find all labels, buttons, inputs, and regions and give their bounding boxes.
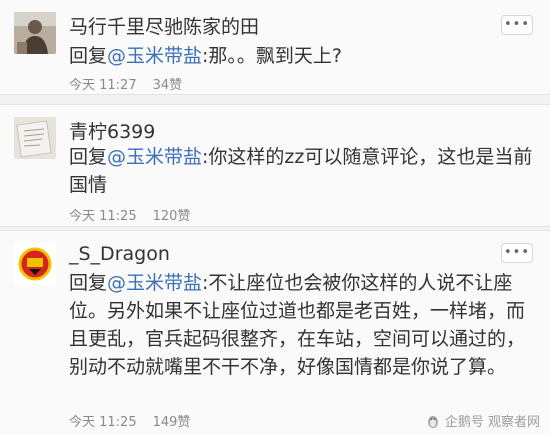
comment-card: _S_Dragon ••• 回复@玉米带盐:不让座位也会被你这样的人说不让座位。… xyxy=(0,230,550,435)
more-options-button[interactable]: ••• xyxy=(501,15,533,35)
avatar-club-crest-icon xyxy=(14,243,56,285)
like-count[interactable]: 120赞 xyxy=(153,209,191,224)
mention-link[interactable]: @玉米带盐 xyxy=(107,45,202,67)
comment-text: 回复@玉米带盐:你这样的zz可以随意评论，这也是当前国情 xyxy=(69,143,538,199)
watermark: 企鹅号 观察者网 xyxy=(425,411,540,430)
comment-content: :那。。飘到天上? xyxy=(202,45,343,67)
reply-prefix: 回复 xyxy=(69,146,108,168)
comment-card: 青柠6399 回复@玉米带盐:你这样的zz可以随意评论，这也是当前国情 今天 1… xyxy=(0,104,550,227)
comment-text: 回复@玉米带盐:不让座位也会被你这样的人说不让座位。另外如果不让座位过道也都是老… xyxy=(69,269,538,381)
username[interactable]: 马行千里尽驰陈家的田 xyxy=(69,12,259,39)
timestamp: 今天 11:25 xyxy=(69,415,137,430)
comment-meta: 今天 11:27 34赞 xyxy=(69,74,182,93)
timestamp: 今天 11:27 xyxy=(69,78,137,93)
avatar[interactable] xyxy=(14,117,56,159)
reply-prefix: 回复 xyxy=(69,272,108,294)
comment-meta: 今天 11:25 120赞 xyxy=(69,205,190,224)
avatar[interactable] xyxy=(14,243,56,285)
avatar-paper-sketch-icon xyxy=(14,117,56,159)
like-count[interactable]: 34赞 xyxy=(153,78,183,93)
username[interactable]: 青柠6399 xyxy=(69,117,155,144)
comment-card: 马行千里尽驰陈家的田 ••• 回复@玉米带盐:那。。飘到天上? 今天 11:27… xyxy=(0,0,550,95)
comment-meta: 今天 11:25 149赞 xyxy=(69,411,190,430)
timestamp: 今天 11:25 xyxy=(69,209,137,224)
username[interactable]: _S_Dragon xyxy=(69,243,170,265)
watermark-text: 企鹅号 观察者网 xyxy=(444,415,540,430)
mention-link[interactable]: @玉米带盐 xyxy=(107,272,202,294)
avatar-person-photo-icon xyxy=(14,12,56,54)
reply-prefix: 回复 xyxy=(69,45,108,67)
mention-link[interactable]: @玉米带盐 xyxy=(107,146,202,168)
comment-text: 回复@玉米带盐:那。。飘到天上? xyxy=(69,42,538,70)
more-options-button[interactable]: ••• xyxy=(501,243,533,263)
like-count[interactable]: 149赞 xyxy=(153,415,191,430)
penguin-icon xyxy=(427,415,438,428)
avatar[interactable] xyxy=(14,12,56,54)
